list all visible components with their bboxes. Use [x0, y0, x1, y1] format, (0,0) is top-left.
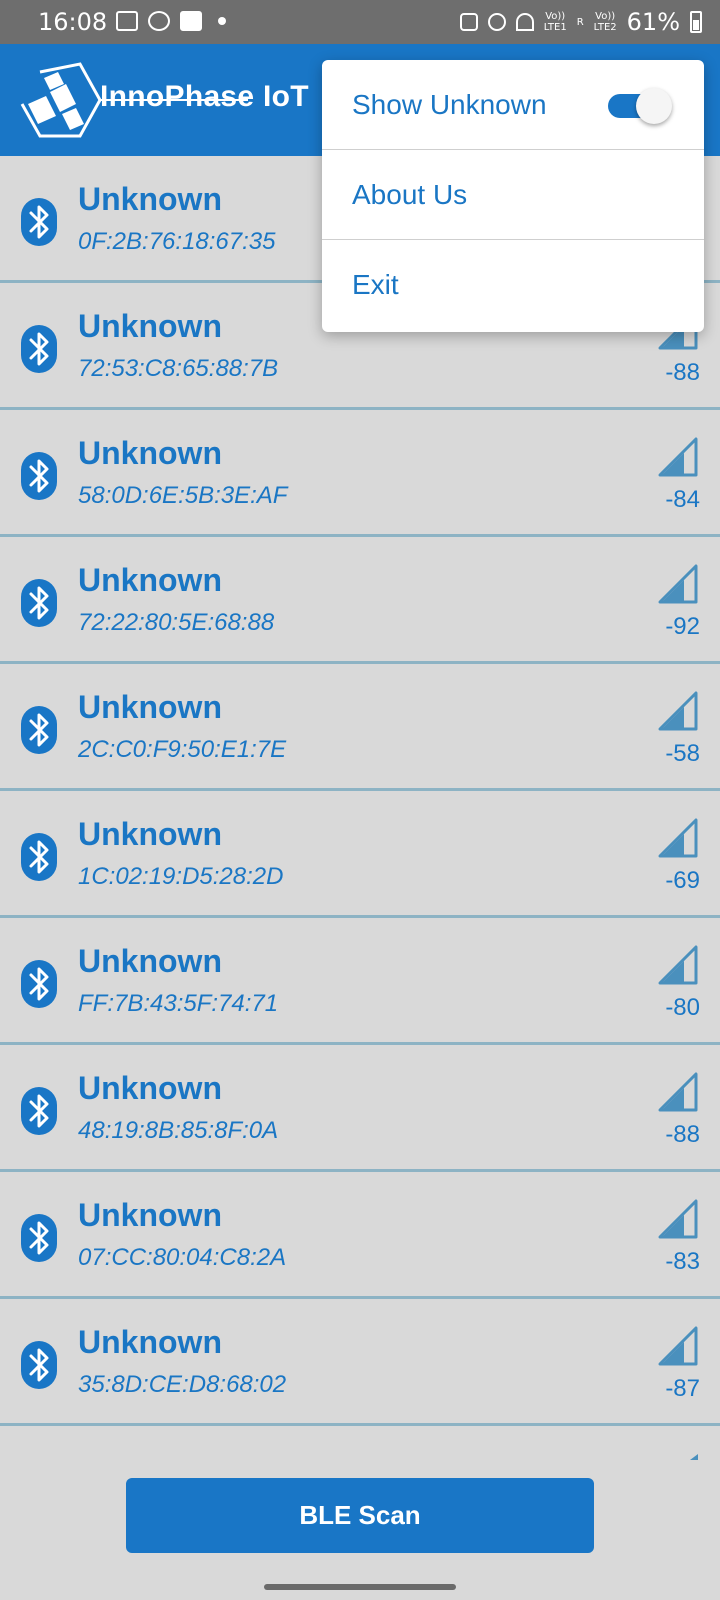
device-rssi: -80: [665, 994, 700, 1021]
bluetooth-icon: [21, 960, 57, 1008]
alarm-icon: [487, 13, 506, 31]
network-roaming: R: [576, 16, 584, 28]
network-2: Vo)) LTE2: [594, 11, 617, 33]
network-2-volte: Vo)): [595, 11, 616, 22]
status-right: Vo)) LTE1 R Vo)) LTE2 61%: [459, 8, 702, 36]
menu-item-exit[interactable]: Exit: [322, 240, 704, 330]
device-mac-address: 72:22:80:5E:68:88: [78, 609, 275, 636]
device-row[interactable]: Unknown 07:CC:80:04:C8:2A -83: [0, 1172, 720, 1299]
battery-percent: 61%: [626, 8, 680, 36]
device-name: Unknown: [78, 1197, 222, 1233]
signal-strength-icon: [658, 437, 698, 477]
device-mac-address: 48:19:8B:85:8F:0A: [78, 1117, 279, 1144]
device-rssi: -92: [665, 613, 700, 640]
device-mac-address: 35:8D:CE:D8:68:02: [78, 1371, 287, 1398]
bluetooth-icon: [21, 198, 57, 246]
show-unknown-toggle[interactable]: [608, 88, 672, 124]
network-1-type: LTE1: [543, 22, 567, 33]
show-unknown-label: Show Unknown: [352, 89, 547, 120]
app-notification-icon: [180, 11, 202, 31]
device-name: Unknown: [78, 562, 222, 598]
device-row[interactable]: Unknown 72:22:80:5E:68:88 -92: [0, 537, 720, 664]
bluetooth-icon: [21, 325, 57, 373]
wifi-icon: [515, 13, 534, 31]
partial-signal-icon: [690, 1454, 698, 1460]
device-rssi: -88: [665, 359, 700, 386]
battery-icon: [690, 11, 702, 33]
device-name: Unknown: [78, 689, 222, 725]
device-name: Unknown: [78, 308, 222, 344]
device-row[interactable]: Unknown 1C:02:19:D5:28:2D -69: [0, 791, 720, 918]
signal-strength-icon: [658, 945, 698, 985]
gesture-nav-handle[interactable]: [264, 1584, 456, 1590]
device-rssi: -69: [665, 867, 700, 894]
bluetooth-icon: [21, 1087, 57, 1135]
device-rssi: -84: [665, 486, 700, 513]
device-row[interactable]: Unknown 35:8D:CE:D8:68:02 -87: [0, 1299, 720, 1426]
signal-strength-icon: [658, 1072, 698, 1112]
menu-item-show-unknown[interactable]: Show Unknown: [322, 60, 704, 150]
device-name: Unknown: [78, 181, 222, 217]
gallery-icon: [116, 11, 138, 31]
device-list[interactable]: Unknown 0F:2B:76:18:67:35 Unknown 72:53:C8:…: [0, 156, 720, 1426]
brand-name: InnoPhase IoT: [100, 80, 309, 113]
signal-strength-icon: [658, 691, 698, 731]
bluetooth-icon: [21, 1214, 57, 1262]
signal-strength-icon: [658, 1199, 698, 1239]
notification-icons: [116, 11, 226, 31]
device-rssi: -88: [665, 1121, 700, 1148]
more-notifications-dot-icon: [218, 17, 226, 25]
signal-strength-icon: [658, 564, 698, 604]
device-rssi: -83: [665, 1248, 700, 1275]
device-row[interactable]: Unknown 58:0D:6E:5B:3E:AF -84: [0, 410, 720, 537]
device-mac-address: 0F:2B:76:18:67:35: [78, 228, 276, 255]
device-name: Unknown: [78, 816, 222, 852]
overflow-menu: Show Unknown About Us Exit: [322, 60, 704, 332]
status-bar: 16:08 Vo)) LTE1 R Vo)) LTE2 61%: [0, 0, 720, 44]
bluetooth-icon: [21, 579, 57, 627]
device-name: Unknown: [78, 435, 222, 471]
device-mac-address: 07:CC:80:04:C8:2A: [78, 1244, 287, 1271]
signal-strength-icon: [658, 1326, 698, 1366]
menu-item-about-us[interactable]: About Us: [322, 150, 704, 240]
ble-scan-button[interactable]: BLE Scan: [126, 1478, 594, 1553]
device-mac-address: 58:0D:6E:5B:3E:AF: [78, 482, 288, 509]
innophase-logo: InnoPhase IoT: [18, 58, 318, 142]
device-mac-address: 2C:C0:F9:50:E1:7E: [78, 736, 287, 763]
about-us-label: About Us: [352, 179, 468, 210]
device-row[interactable]: Unknown 2C:C0:F9:50:E1:7E -58: [0, 664, 720, 791]
toggle-knob: [636, 88, 672, 124]
bluetooth-icon: [21, 706, 57, 754]
device-rssi: -87: [665, 1375, 700, 1402]
hand-wave-icon: [148, 11, 170, 31]
bluetooth-icon: [21, 1341, 57, 1389]
device-rssi: -58: [665, 740, 700, 767]
device-mac-address: FF:7B:43:5F:74:71: [78, 990, 279, 1017]
network-1: Vo)) LTE1: [544, 11, 567, 33]
device-name: Unknown: [78, 1070, 222, 1106]
device-mac-address: 72:53:C8:65:88:7B: [78, 355, 279, 382]
status-time: 16:08: [38, 8, 108, 36]
recycle-icon: [459, 13, 478, 31]
bluetooth-icon: [21, 833, 57, 881]
network-2-type: LTE2: [593, 22, 617, 33]
network-1-volte: Vo)): [545, 11, 566, 22]
device-row[interactable]: Unknown 48:19:8B:85:8F:0A -88: [0, 1045, 720, 1172]
signal-strength-icon: [658, 818, 698, 858]
bluetooth-icon: [21, 452, 57, 500]
device-mac-address: 1C:02:19:D5:28:2D: [78, 863, 284, 890]
device-row[interactable]: Unknown FF:7B:43:5F:74:71 -80: [0, 918, 720, 1045]
device-name: Unknown: [78, 943, 222, 979]
device-name: Unknown: [78, 1324, 222, 1360]
exit-label: Exit: [352, 269, 399, 300]
